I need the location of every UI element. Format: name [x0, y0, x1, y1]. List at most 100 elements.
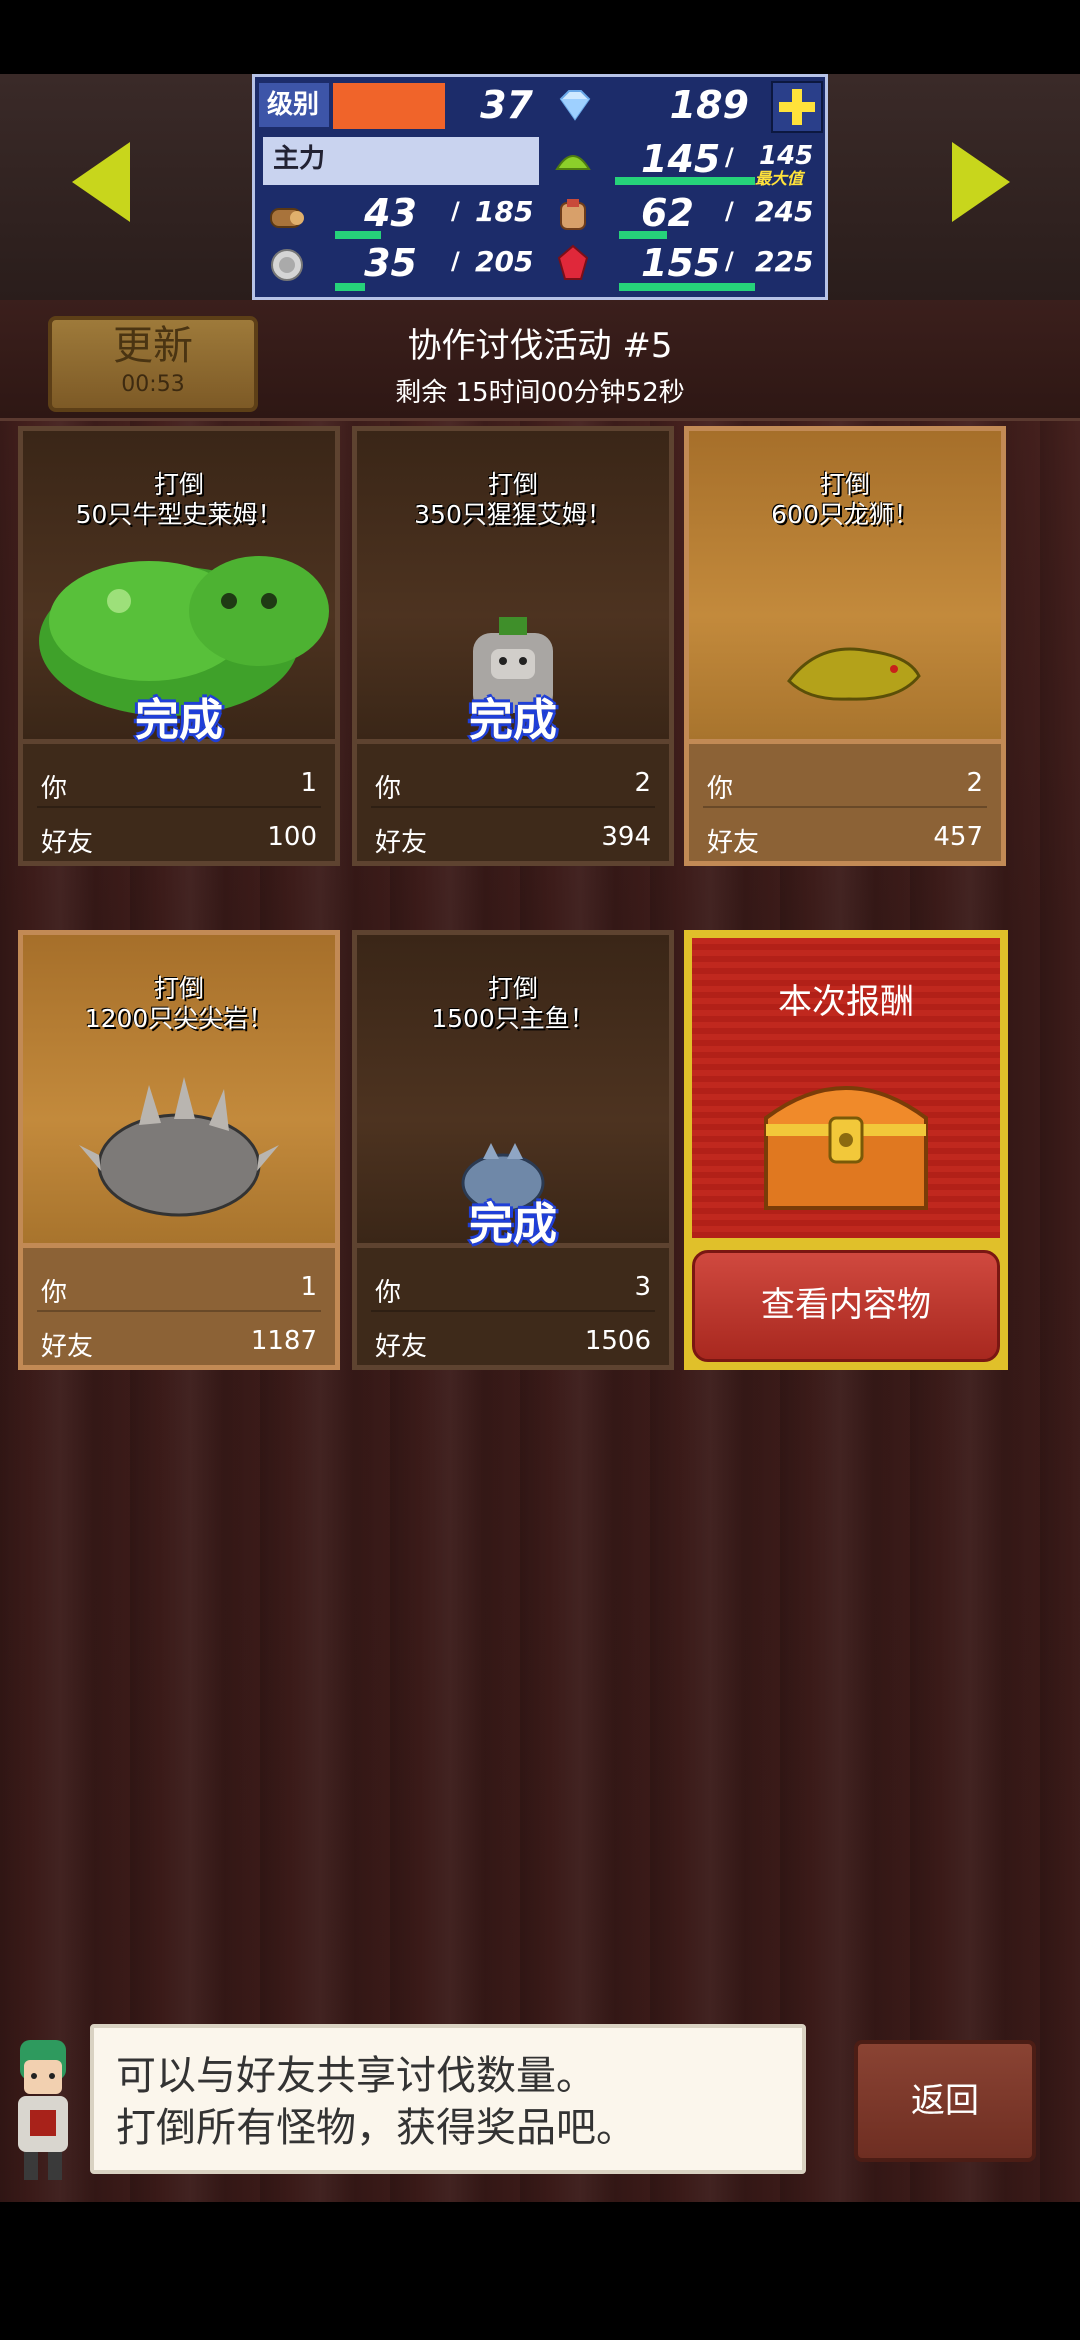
- wood-max: 185: [475, 195, 534, 228]
- friend-row: 好友 100: [41, 822, 317, 859]
- you-count: 2: [634, 768, 651, 798]
- you-label: 你: [375, 1278, 402, 1308]
- quest-goal-line2: 1500只主鱼！: [431, 1004, 595, 1033]
- dialog-line2: 打倒所有怪物，获得奖品吧。: [116, 2105, 636, 2151]
- dragon-lion-monster-icon: [787, 647, 921, 701]
- meat-icon: [553, 195, 593, 235]
- ore-icon: [267, 245, 307, 285]
- stats-panel: 级别 37 189 主力 145 / 145 最大值 43 / 185 62 /…: [252, 74, 828, 300]
- refresh-label: 更新: [113, 323, 193, 369]
- quest-card-gorilla[interactable]: 打倒 350只猩猩艾姆！ 完成 你2 好友 394: [352, 426, 674, 866]
- friend-count: 457: [933, 822, 983, 852]
- wood-icon: [267, 197, 307, 237]
- friend-count: 394: [601, 822, 651, 852]
- you-count: 1: [300, 1272, 317, 1302]
- you-count: 3: [634, 1272, 651, 1302]
- quest-goal: 打倒 50只牛型史莱姆！: [18, 470, 340, 530]
- card-stats: 你2 好友 394: [352, 744, 674, 866]
- add-gems-button[interactable]: [771, 81, 823, 133]
- dialog-line1: 可以与好友共享讨伐数量。: [116, 2053, 596, 2099]
- friend-label: 好友: [41, 1332, 94, 1362]
- quest-goal-line1: 打倒: [487, 974, 538, 1003]
- quest-card-spike-rock[interactable]: 打倒 1200只尖尖岩！ 你1 好友 1187: [18, 930, 340, 1370]
- friend-count: 1187: [250, 1326, 317, 1356]
- crop-max-tag: 最大值: [755, 169, 804, 188]
- crop-max: 145: [759, 141, 814, 171]
- meat-sep: /: [725, 197, 734, 225]
- level-label: 级别: [259, 83, 329, 127]
- ore-max: 205: [475, 245, 534, 278]
- quest-goal-line2: 600只龙狮！: [771, 500, 919, 529]
- refresh-button[interactable]: 更新 00:53: [48, 316, 258, 412]
- you-count: 1: [300, 768, 317, 798]
- ruby-current: 155: [641, 241, 721, 285]
- quest-goal: 打倒 350只猩猩艾姆！: [352, 470, 674, 530]
- ore-sep: /: [451, 247, 460, 275]
- meat-max: 245: [755, 195, 814, 228]
- quest-goal-line1: 打倒: [153, 974, 204, 1003]
- you-row: 你3: [375, 1272, 651, 1309]
- gem-count: 189: [669, 83, 749, 127]
- treasure-chest-icon: [764, 1086, 928, 1210]
- diamond-icon: [555, 85, 595, 125]
- divider: [37, 806, 321, 808]
- divider: [371, 1310, 655, 1312]
- friend-count: 100: [267, 822, 317, 852]
- divider: [371, 806, 655, 808]
- complete-label: 完成: [469, 695, 557, 746]
- crop-bar: [615, 177, 755, 185]
- quest-card-dragon-lion[interactable]: 打倒 600只龙狮！ 你2 好友 457: [684, 426, 1006, 866]
- friend-label: 好友: [41, 828, 94, 858]
- friend-row: 好友 457: [707, 822, 983, 859]
- back-button[interactable]: 返回: [854, 2040, 1036, 2162]
- ore-bar: [335, 283, 365, 291]
- card-stats: 你 1 好友 100: [18, 744, 340, 866]
- ruby-sep: /: [725, 247, 734, 275]
- ruby-bar: [619, 283, 755, 291]
- quest-goal: 打倒 1200只尖尖岩！: [18, 974, 340, 1034]
- reward-title: 本次报酬: [778, 982, 914, 1022]
- level-value: 37: [480, 83, 533, 127]
- you-label: 你: [707, 774, 734, 804]
- crop-sep: /: [725, 143, 734, 171]
- friend-label: 好友: [707, 828, 760, 858]
- card-stats: 你1 好友 1187: [18, 1248, 340, 1370]
- guide-speech-bubble: 可以与好友共享讨伐数量。 打倒所有怪物，获得奖品吧。: [90, 2024, 806, 2174]
- ore-current: 35: [364, 241, 417, 285]
- you-row: 你2: [375, 768, 651, 805]
- you-row: 你1: [41, 1272, 317, 1309]
- you-label: 你: [41, 774, 68, 804]
- friend-count: 1506: [584, 1326, 651, 1356]
- next-arrow-icon[interactable]: [952, 142, 1010, 222]
- refresh-timer: 00:53: [121, 372, 185, 397]
- level-bar: [333, 83, 445, 129]
- event-title: 协作讨伐活动 #5: [407, 326, 673, 366]
- friend-row: 好友 394: [375, 822, 651, 859]
- ruby-max: 225: [755, 245, 814, 278]
- quest-goal-line1: 打倒: [819, 470, 870, 499]
- card-stats: 你3 好友 1506: [352, 1248, 674, 1370]
- ruby-icon: [553, 243, 593, 283]
- quest-goal-line2: 1200只尖尖岩！: [84, 1004, 274, 1033]
- friend-label: 好友: [375, 1332, 428, 1362]
- friend-label: 好友: [375, 828, 428, 858]
- friend-row: 好友 1506: [375, 1326, 651, 1363]
- wood-sep: /: [451, 197, 460, 225]
- quest-card-fish[interactable]: 打倒 1500只主鱼！ 完成 你3 好友 1506: [352, 930, 674, 1370]
- quest-goal-line2: 350只猩猩艾姆！: [414, 500, 612, 529]
- complete-label: 完成: [135, 695, 223, 746]
- spike-rock-monster-icon: [79, 1077, 279, 1217]
- you-count: 2: [966, 768, 983, 798]
- quest-goal-line2: 50只牛型史莱姆！: [75, 500, 283, 529]
- main-label: 主力: [263, 137, 539, 185]
- you-row: 你2: [707, 768, 983, 805]
- quest-goal-line1: 打倒: [153, 470, 204, 499]
- view-contents-button[interactable]: 查看内容物: [692, 1250, 1000, 1362]
- quest-card-slime[interactable]: 打倒 50只牛型史莱姆！ 完成 你 1 好友 100: [18, 426, 340, 866]
- divider: [703, 806, 987, 808]
- quest-goal: 打倒 600只龙狮！: [684, 470, 1006, 530]
- you-label: 你: [41, 1278, 68, 1308]
- reward-card: 本次报酬 查看内容物: [684, 930, 1008, 1370]
- prev-arrow-icon[interactable]: [72, 142, 130, 222]
- divider: [37, 1310, 321, 1312]
